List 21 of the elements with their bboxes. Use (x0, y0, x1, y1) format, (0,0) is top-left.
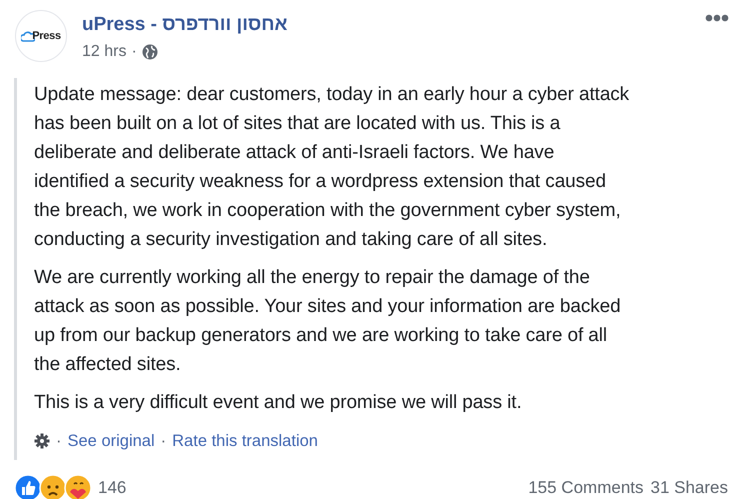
care-reaction-icon (64, 474, 92, 499)
gear-icon[interactable] (34, 433, 50, 450)
translation-link[interactable]: See original (68, 429, 155, 454)
post-paragraph: This is a very difficult event and we promise we will pass it. (34, 391, 523, 415)
reaction-count[interactable]: 146 (98, 475, 126, 499)
like-reaction-icon (14, 474, 42, 499)
translation-link[interactable]: Rate this translation (172, 429, 318, 454)
page-name[interactable]: uPress - אחסון וורדפרס (82, 13, 288, 37)
post-paragraph: Update message: dear customers, today in an early hour a cyber attack has been built on a lot of sites that are located with us. This is a deliberate and deliberate attack of anti-Israeli factors. We have identified a security weakness for a wordpress extension that caused the breach, we work in cooperation with the government cyber system, conducting a security investigation and taking care of all sites. (34, 83, 630, 252)
separator: · (56, 431, 62, 452)
more-options-icon[interactable] (705, 14, 730, 22)
separator: · (131, 42, 137, 62)
shares-count[interactable]: 31 Shares (650, 475, 728, 499)
globe-icon (142, 44, 158, 60)
separator: · (160, 431, 166, 452)
logo-text: Press (32, 31, 61, 42)
page-avatar[interactable]: Press (15, 10, 67, 62)
comments-count[interactable]: 155 Comments (528, 475, 644, 499)
sad-reaction-icon (39, 474, 67, 499)
timestamp[interactable]: 12 hrs (82, 40, 126, 64)
post-paragraph: We are currently working all the energy to repair the damage of the attack as soon as possible. Your sites and your information are backed up from our backup generators and we are working to take care of all the affected sites. (34, 266, 622, 377)
